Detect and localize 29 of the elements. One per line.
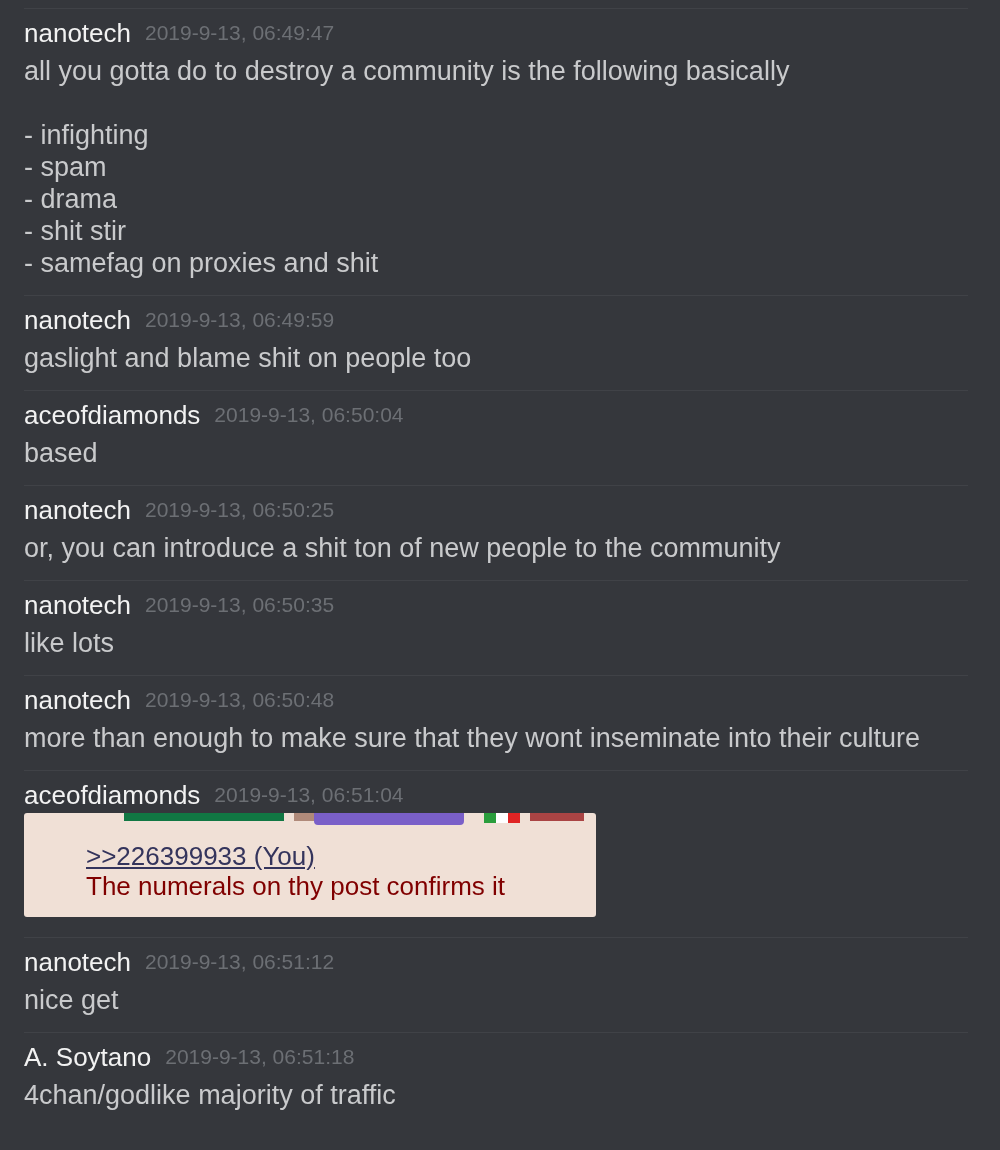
message-text: all you gotta do to destroy a community is the following basically - infighting - spam - drama - shit stir - samefag on proxies and shit (24, 55, 791, 279)
timestamp: 2019-9-13, 06:50:35 (145, 593, 335, 617)
post-screenshot[interactable]: >>226399933 (You) The numerals on thy post confirms it (24, 813, 596, 917)
timestamp: 2019-9-13, 06:49:47 (145, 21, 335, 45)
author-name[interactable]: nanotech (24, 304, 131, 336)
author-name[interactable]: A. Soytano (24, 1041, 152, 1073)
message-text: or, you can introduce a shit ton of new people to the community (24, 532, 782, 564)
author-name[interactable]: aceofdiamonds (24, 779, 201, 811)
reply-link[interactable]: >>226399933 (You) (86, 841, 315, 871)
timestamp: 2019-9-13, 06:51:18 (165, 1045, 355, 1069)
timestamp: 2019-9-13, 06:51:12 (145, 950, 335, 974)
author-name[interactable]: nanotech (24, 494, 131, 526)
timestamp: 2019-9-13, 06:51:04 (214, 783, 404, 807)
message-text: more than enough to make sure that they wont inseminate into their culture (24, 722, 921, 754)
timestamp: 2019-9-13, 06:50:48 (145, 688, 335, 712)
timestamp: 2019-9-13, 06:49:59 (145, 308, 335, 332)
timestamp: 2019-9-13, 06:50:04 (214, 403, 404, 427)
message-text: based (24, 437, 99, 469)
author-name[interactable]: nanotech (24, 946, 131, 978)
message-text: gaslight and blame shit on people too (24, 342, 473, 374)
author-name[interactable]: nanotech (24, 589, 131, 621)
timestamp: 2019-9-13, 06:50:25 (145, 498, 335, 522)
author-name[interactable]: aceofdiamonds (24, 399, 201, 431)
author-name[interactable]: nanotech (24, 684, 131, 716)
message-text: like lots (24, 627, 116, 659)
author-name[interactable]: nanotech (24, 17, 131, 49)
message-text: 4chan/godlike majority of traffic (24, 1079, 397, 1111)
message-text: nice get (24, 984, 120, 1016)
post-text: The numerals on thy post confirms it (86, 871, 506, 901)
